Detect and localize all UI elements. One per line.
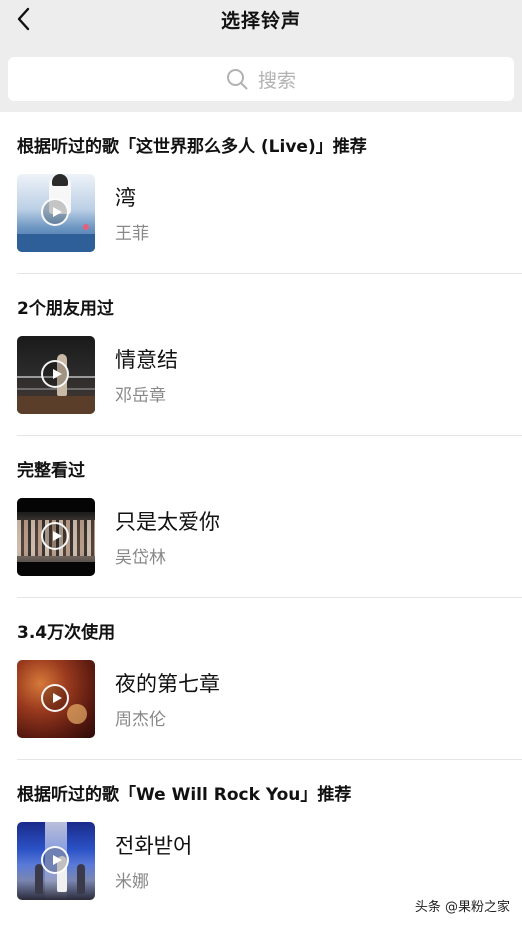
recommendation-section: 完整看过 只是太爱你 吴岱林 xyxy=(0,436,522,598)
page-title: 选择铃声 xyxy=(220,10,301,32)
song-cover xyxy=(17,174,95,252)
song-cover xyxy=(17,498,95,576)
song-artist: 邓岳章 xyxy=(115,386,166,406)
song-item[interactable]: 只是太爱你 吴岱林 xyxy=(17,498,505,576)
top-bar: 选择铃声 搜索 xyxy=(0,0,522,112)
watermark: 头条 @果粉之家 xyxy=(414,900,510,915)
song-item[interactable]: 情意结 邓岳章 xyxy=(17,336,505,414)
song-title: 夜的第七章 xyxy=(115,672,220,696)
ringtone-picker-screen: 选择铃声 搜索 根据听过的歌「这世界那么多人 (Live)」推荐 湾 王菲 2个… xyxy=(0,0,522,925)
search-input[interactable]: 搜索 xyxy=(8,57,514,101)
recommendation-section: 根据听过的歌「这世界那么多人 (Live)」推荐 湾 王菲 xyxy=(0,112,522,274)
song-artist: 米娜 xyxy=(115,872,149,892)
song-item[interactable]: 湾 王菲 xyxy=(17,174,505,252)
play-icon[interactable] xyxy=(41,846,69,874)
recommendation-section: 2个朋友用过 情意结 邓岳章 xyxy=(0,274,522,436)
play-icon[interactable] xyxy=(41,198,69,226)
play-icon[interactable] xyxy=(41,522,69,550)
navigation-bar: 选择铃声 xyxy=(0,0,522,40)
section-heading: 3.4万次使用 xyxy=(17,623,116,643)
play-icon[interactable] xyxy=(41,684,69,712)
song-title: 只是太爱你 xyxy=(115,510,220,534)
recommendation-section: 3.4万次使用 夜的第七章 周杰伦 xyxy=(0,598,522,760)
song-title: 湾 xyxy=(115,186,136,210)
recommendation-list: 根据听过的歌「这世界那么多人 (Live)」推荐 湾 王菲 2个朋友用过 情意结… xyxy=(0,112,522,922)
song-artist: 吴岱林 xyxy=(115,548,166,568)
song-artist: 周杰伦 xyxy=(115,710,166,730)
section-heading: 根据听过的歌「这世界那么多人 (Live)」推荐 xyxy=(17,137,367,157)
song-title: 전화받어 xyxy=(115,834,193,858)
song-title: 情意结 xyxy=(115,348,178,372)
song-item[interactable]: 夜的第七章 周杰伦 xyxy=(17,660,505,738)
section-heading: 2个朋友用过 xyxy=(17,299,114,319)
song-cover xyxy=(17,336,95,414)
search-icon xyxy=(226,69,248,90)
play-icon[interactable] xyxy=(41,360,69,388)
section-heading: 根据听过的歌「We Will Rock You」推荐 xyxy=(17,785,352,805)
section-heading: 完整看过 xyxy=(17,461,85,481)
song-item[interactable]: 전화받어 米娜 xyxy=(17,822,505,900)
search-placeholder: 搜索 xyxy=(257,69,296,92)
song-cover xyxy=(17,660,95,738)
song-cover xyxy=(17,822,95,900)
song-artist: 王菲 xyxy=(115,224,149,244)
